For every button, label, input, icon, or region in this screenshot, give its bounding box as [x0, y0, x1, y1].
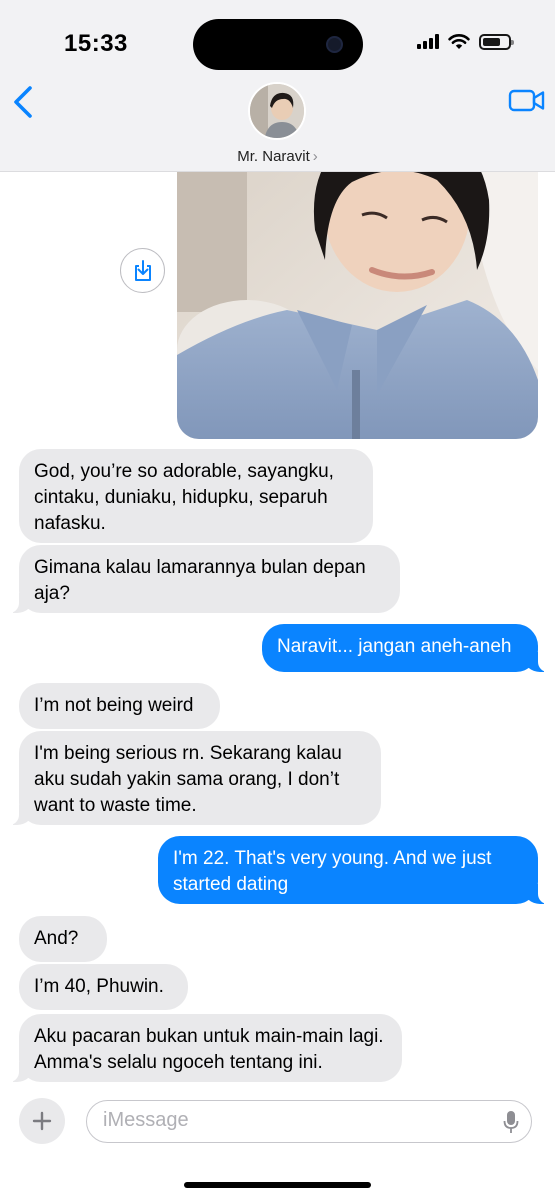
- battery-icon: [479, 33, 514, 50]
- message-bubble-outgoing[interactable]: Naravit... jangan aneh-aneh: [262, 624, 548, 672]
- apps-plus-button[interactable]: [19, 1098, 65, 1144]
- imessage-input[interactable]: iMessage: [86, 1100, 532, 1143]
- message-bubble-incoming[interactable]: And?: [19, 916, 107, 962]
- status-icons: [417, 33, 514, 50]
- message-text: Aku pacaran bukan untuk main-main lagi. …: [34, 1026, 384, 1073]
- message-bubble-incoming[interactable]: God, you’re so adorable, sayangku, cinta…: [19, 449, 373, 543]
- message-bubble-incoming[interactable]: Aku pacaran bukan untuk main-main lagi. …: [9, 1014, 402, 1082]
- message-text: I'm 22. That's very young. And we just s…: [173, 848, 492, 895]
- status-time: 15:33: [64, 30, 128, 57]
- message-bubble-outgoing[interactable]: I'm 22. That's very young. And we just s…: [158, 836, 548, 904]
- message-bubble-incoming[interactable]: I’m not being weird: [19, 683, 220, 729]
- message-text: I'm being serious rn. Sekarang kalau aku…: [34, 743, 342, 816]
- cellular-signal-icon: [417, 34, 439, 49]
- save-to-photos-icon: [134, 259, 151, 281]
- microphone-icon[interactable]: [503, 1110, 519, 1134]
- contact-name: Mr. Naravit: [237, 148, 310, 165]
- home-indicator: [184, 1182, 371, 1188]
- input-placeholder: iMessage: [103, 1109, 189, 1131]
- message-text: Gimana kalau lamarannya bulan depan aja?: [34, 557, 366, 604]
- plus-icon: [32, 1111, 52, 1131]
- chevron-right-icon: ›: [312, 148, 318, 165]
- message-bubble-incoming[interactable]: Gimana kalau lamarannya bulan depan aja?: [9, 545, 400, 613]
- message-bubble-incoming[interactable]: I'm being serious rn. Sekarang kalau aku…: [9, 731, 381, 825]
- message-bubble-incoming[interactable]: I’m 40, Phuwin.: [19, 964, 188, 1010]
- wifi-icon: [448, 34, 470, 49]
- contact-avatar[interactable]: [248, 82, 306, 140]
- conversation-header: 15:33 Mr. Naravit ›: [0, 0, 555, 172]
- save-to-photos-button[interactable]: [120, 248, 165, 293]
- contact-name-button[interactable]: Mr. Naravit ›: [0, 148, 555, 165]
- video-call-icon[interactable]: [508, 86, 546, 114]
- chevron-left-icon[interactable]: [8, 82, 38, 122]
- dynamic-island: [193, 19, 363, 70]
- message-text: Naravit... jangan aneh-aneh: [277, 636, 512, 657]
- camera-dot: [326, 36, 343, 53]
